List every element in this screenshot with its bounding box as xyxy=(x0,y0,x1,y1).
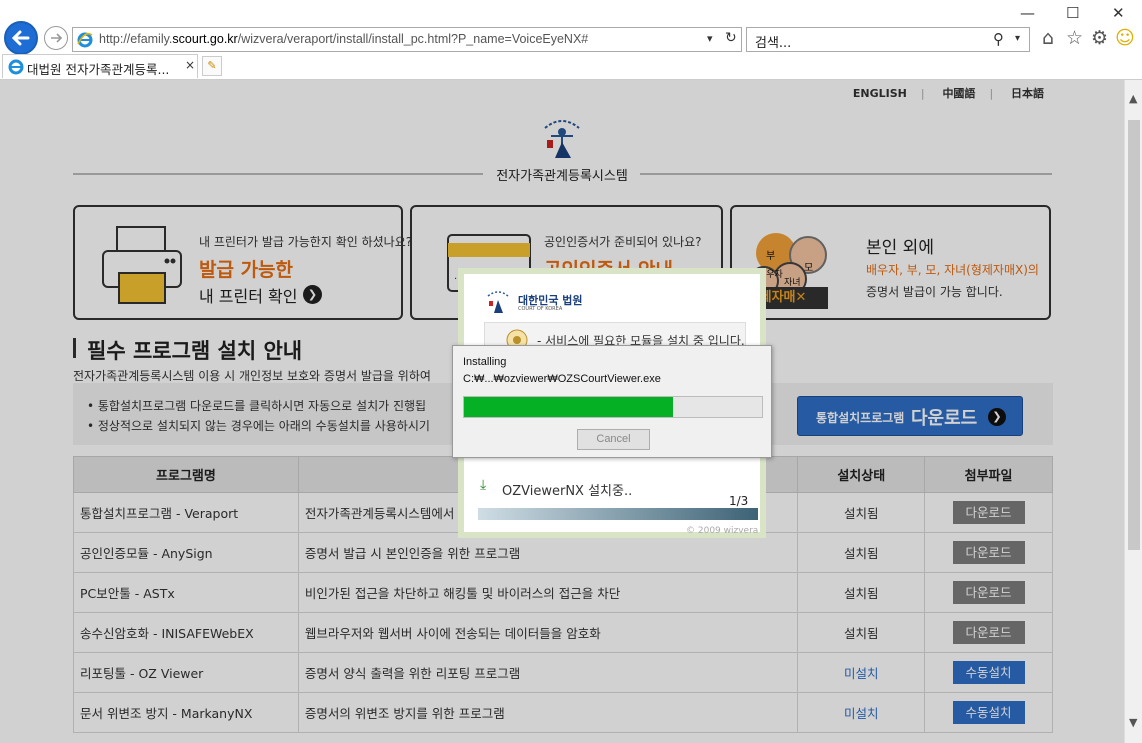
refresh-icon[interactable]: ↻ xyxy=(725,30,737,46)
browser-tab[interactable]: 대법원 전자가족관계등록... × xyxy=(2,54,198,78)
smiley-feedback-icon[interactable]: ☺ xyxy=(1115,28,1135,48)
scroll-up-icon[interactable]: ▲ xyxy=(1129,92,1137,105)
search-dropdown-icon[interactable]: ▾ xyxy=(1015,33,1020,44)
download-icon: ⤓ xyxy=(480,477,487,493)
forward-arrow-icon xyxy=(51,33,63,43)
back-arrow-icon xyxy=(11,30,30,46)
tab-close-icon[interactable]: × xyxy=(185,58,195,72)
maximize-button[interactable]: ☐ xyxy=(1066,4,1079,22)
close-window-button[interactable]: ✕ xyxy=(1112,4,1125,22)
court-logo-small: 대한민국 법원 COURT OF KOREA xyxy=(484,288,583,314)
install-count: 1/3 xyxy=(729,494,749,508)
install-path: C:₩...₩ozviewer₩OZSCourtViewer.exe xyxy=(463,373,661,385)
ie-page-icon xyxy=(77,32,93,52)
search-icon[interactable]: ⚲ xyxy=(993,30,1004,48)
gear-icon[interactable]: ⚙ xyxy=(1091,28,1108,48)
page-content: ENGLISH | 中國語 | 日本語 전자가족관계등록시스템 내 프린터가 발급 … xyxy=(0,80,1124,743)
court-emblem-icon xyxy=(487,291,509,313)
back-button[interactable] xyxy=(4,21,38,55)
address-bar[interactable]: http://efamily.scourt.go.kr/wizvera/vera… xyxy=(72,27,742,52)
new-tab-button[interactable]: ✎ xyxy=(202,56,222,76)
install-progress-fill xyxy=(464,397,673,417)
scroll-down-icon[interactable]: ▼ xyxy=(1129,716,1137,729)
vertical-scrollbar[interactable]: ▲ ▼ xyxy=(1124,80,1142,743)
installing-dialog: Installing C:₩...₩ozviewer₩OZSCourtViewe… xyxy=(452,345,772,458)
scroll-thumb[interactable] xyxy=(1128,120,1140,550)
installing-label: OZViewerNX 설치중.. xyxy=(502,484,633,499)
browser-chrome: — ☐ ✕ http://efamily.scourt.go.kr/wizver… xyxy=(0,0,1142,80)
home-icon[interactable]: ⌂ xyxy=(1042,28,1054,48)
logo-english: COURT OF KOREA xyxy=(518,306,563,312)
tab-title: 대법원 전자가족관계등록... xyxy=(27,62,170,77)
url-text: http://efamily.scourt.go.kr/wizvera/vera… xyxy=(99,32,589,46)
ie-tab-icon xyxy=(8,59,24,79)
search-placeholder: 검색... xyxy=(755,36,792,51)
address-dropdown-icon[interactable]: ▾ xyxy=(707,32,713,45)
forward-button[interactable] xyxy=(44,26,68,50)
copyright-text: © 2009 wizvera xyxy=(686,526,759,536)
favorites-star-icon[interactable]: ☆ xyxy=(1066,28,1083,48)
install-progress-track xyxy=(463,396,763,418)
overall-progress-bar xyxy=(478,508,758,520)
minimize-button[interactable]: — xyxy=(1020,4,1035,22)
search-box[interactable]: 검색... ⚲ ▾ xyxy=(746,27,1030,52)
cancel-button[interactable]: Cancel xyxy=(577,429,650,450)
dialog-title: Installing xyxy=(463,356,507,368)
